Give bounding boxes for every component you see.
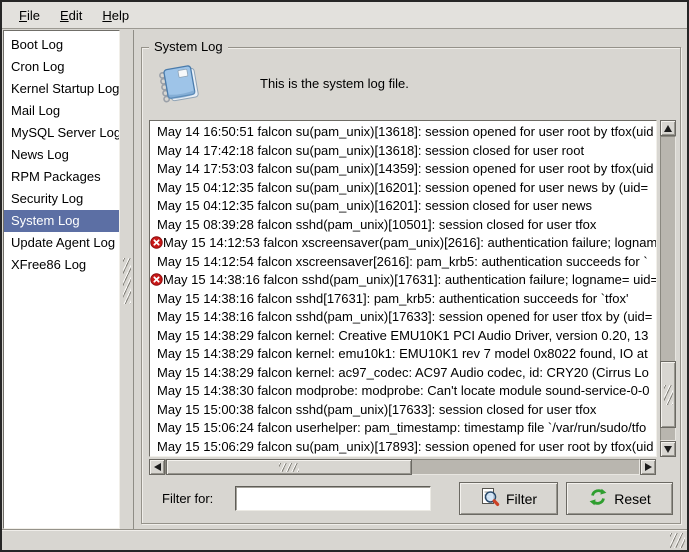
log-line: May 15 14:38:29 falcon kernel: emu10k1: …	[150, 345, 656, 364]
error-icon	[150, 273, 163, 286]
log-line-text: May 15 14:38:16 falcon sshd(pam_unix)[17…	[157, 309, 652, 324]
sidebar-item-mysql-server-log[interactable]: MySQL Server Log	[4, 122, 119, 144]
log-line-text: May 15 14:38:16 falcon sshd[17631]: pam_…	[157, 291, 629, 306]
filter-label: Filter for:	[162, 491, 213, 506]
reset-button-label: Reset	[614, 491, 651, 507]
thumb-grip-icon	[664, 385, 673, 405]
sidebar-item-rpm-packages[interactable]: RPM Packages	[4, 166, 119, 188]
horizontal-scroll-trough[interactable]	[165, 459, 640, 475]
log-line-error: May 15 14:12:53 falcon xscreensaver(pam_…	[150, 234, 656, 253]
log-line: May 15 15:06:24 falcon userhelper: pam_t…	[150, 419, 656, 438]
log-line-error: May 15 14:38:16 falcon sshd(pam_unix)[17…	[150, 271, 656, 290]
log-line: May 15 08:39:28 falcon sshd(pam_unix)[10…	[150, 216, 656, 235]
sidebar-item-system-log[interactable]: System Log	[4, 210, 119, 232]
log-line: May 15 14:12:54 falcon xscreensaver[2616…	[150, 253, 656, 272]
sidebar-item-update-agent-log[interactable]: Update Agent Log	[4, 232, 119, 254]
log-viewer-window: FileEditHelp Boot LogCron LogKernel Star…	[0, 0, 689, 552]
log-description: This is the system log file.	[260, 76, 409, 91]
log-line-text: May 15 04:12:35 falcon su(pam_unix)[1620…	[157, 198, 592, 213]
log-line-text: May 15 08:39:28 falcon sshd(pam_unix)[10…	[157, 217, 596, 232]
log-line: May 15 15:06:29 falcon su(pam_unix)[1789…	[150, 438, 656, 457]
log-line: May 15 14:38:16 falcon sshd(pam_unix)[17…	[150, 308, 656, 327]
log-line-text: May 15 14:12:53 falcon xscreensaver(pam_…	[163, 235, 656, 250]
error-icon	[150, 236, 163, 249]
sidebar-item-xfree86-log[interactable]: XFree86 Log	[4, 254, 119, 276]
sidebar-item-cron-log[interactable]: Cron Log	[4, 56, 119, 78]
vertical-scroll-trough[interactable]	[660, 136, 676, 441]
log-line: May 15 14:38:29 falcon kernel: ac97_code…	[150, 364, 656, 383]
log-book-icon	[154, 60, 200, 106]
vertical-scrollbar	[660, 120, 676, 457]
log-line-text: May 15 15:00:38 falcon sshd(pam_unix)[17…	[157, 402, 596, 417]
thumb-grip-icon	[279, 463, 299, 472]
horizontal-scrollbar	[149, 459, 656, 475]
menu-item-edit[interactable]: Edit	[50, 5, 92, 26]
reset-button[interactable]: Reset	[566, 482, 673, 515]
scroll-down-button[interactable]	[660, 441, 676, 457]
log-line: May 15 14:38:29 falcon kernel: Creative …	[150, 327, 656, 346]
log-line: May 15 04:12:35 falcon su(pam_unix)[1620…	[150, 179, 656, 198]
main-panel: System Log This is the system l	[133, 30, 686, 529]
menu-item-file[interactable]: File	[9, 5, 50, 26]
sidebar-item-boot-log[interactable]: Boot Log	[4, 34, 119, 56]
system-log-frame: System Log This is the system l	[141, 47, 681, 524]
log-line-text: May 15 14:38:29 falcon kernel: ac97_code…	[157, 365, 649, 380]
log-line-text: May 15 04:12:35 falcon su(pam_unix)[1620…	[157, 180, 648, 195]
log-text-view[interactable]: May 14 16:50:51 falcon su(pam_unix)[1361…	[149, 120, 657, 457]
filter-input[interactable]	[235, 486, 431, 511]
splitter-grip-icon	[123, 258, 131, 304]
arrow-left-icon	[154, 463, 161, 471]
log-line-text: May 15 14:38:30 falcon modprobe: modprob…	[157, 383, 649, 398]
log-line-text: May 15 14:12:54 falcon xscreensaver[2616…	[157, 254, 648, 269]
menu-item-help[interactable]: Help	[92, 5, 139, 26]
log-line-text: May 15 15:06:24 falcon userhelper: pam_t…	[157, 420, 646, 435]
vertical-scroll-thumb[interactable]	[660, 361, 676, 428]
scroll-left-button[interactable]	[149, 459, 165, 475]
menu-bar: FileEditHelp	[2, 2, 687, 29]
filter-button-label: Filter	[506, 491, 537, 507]
scroll-up-button[interactable]	[660, 120, 676, 136]
sidebar-item-mail-log[interactable]: Mail Log	[4, 100, 119, 122]
scroll-right-button[interactable]	[640, 459, 656, 475]
resize-grip[interactable]	[670, 533, 685, 548]
log-line-text: May 15 14:38:16 falcon sshd(pam_unix)[17…	[163, 272, 656, 287]
pane-splitter[interactable]	[121, 30, 133, 529]
sidebar-item-kernel-startup-log[interactable]: Kernel Startup Log	[4, 78, 119, 100]
log-line: May 15 04:12:35 falcon su(pam_unix)[1620…	[150, 197, 656, 216]
log-line-text: May 15 15:06:29 falcon su(pam_unix)[1789…	[157, 439, 653, 454]
frame-title: System Log	[149, 39, 228, 54]
log-line-text: May 14 17:42:18 falcon su(pam_unix)[1361…	[157, 143, 584, 158]
sidebar-item-security-log[interactable]: Security Log	[4, 188, 119, 210]
log-line-text: May 15 14:38:29 falcon kernel: Creative …	[157, 328, 648, 343]
arrow-down-icon	[664, 446, 672, 453]
log-line: May 14 16:50:51 falcon su(pam_unix)[1361…	[150, 123, 656, 142]
log-list-sidebar: Boot LogCron LogKernel Startup LogMail L…	[3, 30, 120, 529]
log-line: May 14 17:53:03 falcon su(pam_unix)[1435…	[150, 160, 656, 179]
filter-row: Filter for: Filter	[149, 482, 673, 515]
log-line: May 15 15:00:38 falcon sshd(pam_unix)[17…	[150, 401, 656, 420]
reset-icon	[588, 487, 608, 510]
log-line-text: May 15 14:38:29 falcon kernel: emu10k1: …	[157, 346, 648, 361]
arrow-up-icon	[664, 125, 672, 132]
arrow-right-icon	[645, 463, 652, 471]
status-bar	[2, 529, 687, 550]
log-line: May 14 17:42:18 falcon su(pam_unix)[1361…	[150, 142, 656, 161]
log-line: May 15 14:38:30 falcon modprobe: modprob…	[150, 382, 656, 401]
log-line: May 15 14:38:16 falcon sshd[17631]: pam_…	[150, 290, 656, 309]
search-icon	[480, 487, 500, 510]
sidebar-item-news-log[interactable]: News Log	[4, 144, 119, 166]
log-line-text: May 14 17:53:03 falcon su(pam_unix)[1435…	[157, 161, 653, 176]
horizontal-scroll-thumb[interactable]	[166, 459, 412, 475]
log-line-text: May 14 16:50:51 falcon su(pam_unix)[1361…	[157, 124, 653, 139]
filter-button[interactable]: Filter	[459, 482, 558, 515]
